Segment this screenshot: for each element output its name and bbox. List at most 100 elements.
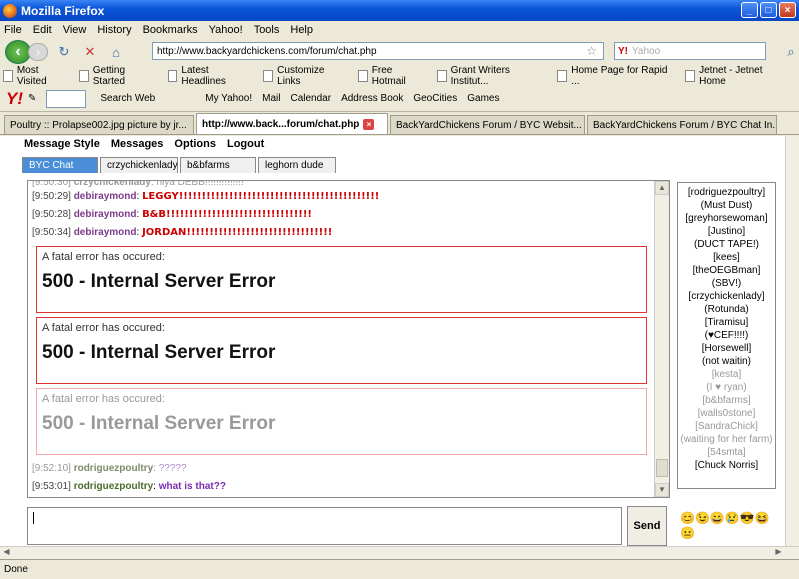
user-entry[interactable]: [rodriguezpoultry]: [678, 187, 775, 198]
user-entry[interactable]: [b&bfarms]: [678, 395, 775, 406]
user-status: (Must Dust): [700, 200, 753, 211]
yahoo-my-yahoo[interactable]: My Yahoo!: [205, 93, 252, 104]
user-status: (♥CEF!!!!): [704, 330, 749, 341]
room-tab-byc-chat[interactable]: BYC Chat: [22, 157, 98, 173]
user-entry[interactable]: [Justino]: [678, 226, 775, 237]
pencil-icon[interactable]: ✎: [28, 93, 36, 104]
user-entry[interactable]: [SandraChick]: [678, 421, 775, 432]
home-icon[interactable]: ⌂: [106, 45, 126, 60]
smiley-picker[interactable]: 😊😉😄😢😎😆😐: [680, 511, 780, 541]
yahoo-calendar[interactable]: Calendar: [290, 93, 331, 104]
close-button[interactable]: ×: [779, 2, 796, 18]
room-tab-crzychickenlady[interactable]: crzychickenlady: [100, 157, 178, 173]
stop-icon[interactable]: ✕: [80, 44, 100, 60]
user-entry[interactable]: [54smta]: [678, 447, 775, 458]
user-entry[interactable]: [kees]: [678, 252, 775, 263]
search-icon[interactable]: ⌕: [781, 44, 799, 60]
bookmark-item[interactable]: Customize Links: [263, 65, 349, 87]
user-entry[interactable]: [Horsewell]: [678, 343, 775, 354]
tab-byc-chat[interactable]: BackYardChickens Forum / BYC Chat In...: [587, 115, 777, 134]
yahoo-search-icon: Y!: [618, 45, 628, 57]
yahoo-search-web[interactable]: Search Web: [100, 93, 155, 104]
user-entry[interactable]: [Tiramisu]: [678, 317, 775, 328]
bookmark-icon: [685, 70, 696, 82]
chat-scrollbar[interactable]: ▲ ▼: [654, 181, 669, 497]
search-placeholder: Yahoo: [632, 45, 661, 57]
chat-message-input[interactable]: [27, 507, 622, 545]
chat-message: [9:52:10] rodriguezpoultry: ?????: [32, 463, 187, 474]
yahoo-geocities[interactable]: GeoCities: [413, 93, 457, 104]
bookmark-item[interactable]: Grant Writers Institut...: [436, 65, 549, 87]
bookmark-item[interactable]: Latest Headlines: [167, 65, 255, 87]
chat-messages-pane[interactable]: [9:50:30] crzychickenlady: hiya DEBB!!!!…: [27, 180, 670, 498]
yahoo-toolbar: Y! ✎ Search Web My Yahoo! Mail Calendar …: [0, 86, 799, 112]
user-entry[interactable]: [walls0stone]: [678, 408, 775, 419]
reload-icon[interactable]: ↻: [54, 44, 74, 60]
menu-tools[interactable]: Tools: [254, 24, 280, 36]
scroll-down-icon[interactable]: ▼: [655, 483, 669, 497]
chat-message: [9:53:01] rodriguezpoultry: what is that…: [32, 481, 226, 492]
menu-messages[interactable]: Messages: [111, 138, 164, 150]
user-status: (Rotunda): [704, 304, 749, 315]
send-button[interactable]: Send: [627, 506, 667, 546]
yahoo-mail[interactable]: Mail: [262, 93, 280, 104]
scroll-up-icon[interactable]: ▲: [655, 181, 669, 195]
menu-yahoo[interactable]: Yahoo!: [209, 24, 243, 36]
bookmark-icon: [436, 70, 447, 82]
menu-logout[interactable]: Logout: [227, 138, 264, 150]
menu-options[interactable]: Options: [174, 138, 216, 150]
yahoo-search-field[interactable]: [46, 89, 87, 108]
yahoo-logo[interactable]: Y!: [6, 89, 23, 109]
bookmarks-toolbar: Most Visited Getting Started Latest Head…: [0, 65, 799, 87]
scroll-thumb[interactable]: [656, 459, 668, 477]
tab-byc-website[interactable]: BackYardChickens Forum / BYC Websit...: [390, 115, 585, 134]
scroll-right-icon[interactable]: ▶: [772, 547, 785, 559]
user-entry[interactable]: [Chuck Norris]: [678, 460, 775, 471]
window-title: Mozilla Firefox: [21, 3, 105, 18]
window-titlebar: Mozilla Firefox _ □ ×: [0, 0, 799, 21]
yahoo-games[interactable]: Games: [467, 93, 499, 104]
url-bar[interactable]: http://www.backyardchickens.com/forum/ch…: [152, 42, 604, 60]
close-tab-icon[interactable]: ×: [363, 118, 375, 130]
yahoo-address-book[interactable]: Address Book: [341, 93, 403, 104]
bookmark-item[interactable]: Getting Started: [78, 65, 159, 87]
bookmark-icon: [3, 70, 13, 82]
search-input[interactable]: Y! Yahoo: [614, 42, 766, 60]
menu-history[interactable]: History: [97, 24, 131, 36]
menu-view[interactable]: View: [63, 24, 87, 36]
error-box: A fatal error has occured: 500 - Interna…: [36, 317, 647, 384]
bookmark-item[interactable]: Jetnet - Jetnet Home: [685, 65, 790, 87]
status-bar: Done: [0, 559, 799, 579]
bookmark-item[interactable]: Most Visited: [3, 65, 70, 87]
menu-file[interactable]: File: [4, 24, 22, 36]
tab-chat[interactable]: http://www.back...forum/chat.php ×: [196, 113, 388, 134]
forward-button[interactable]: ›: [28, 43, 48, 61]
scroll-left-icon[interactable]: ◀: [0, 547, 13, 559]
menu-edit[interactable]: Edit: [33, 24, 52, 36]
user-entry[interactable]: [kesta]: [678, 369, 775, 380]
page-scrollbar[interactable]: [785, 136, 799, 546]
bookmark-star-icon[interactable]: ☆: [586, 44, 597, 58]
navigation-toolbar: ‹ › ↻ ✕ ⌂ http://www.backyardchickens.co…: [0, 38, 799, 66]
user-entry[interactable]: [theOEGBman]: [678, 265, 775, 276]
minimize-button[interactable]: _: [741, 2, 758, 18]
user-entry[interactable]: [crzychickenlady]: [678, 291, 775, 302]
horizontal-scrollbar[interactable]: ◀ ▶: [0, 546, 799, 559]
menu-message-style[interactable]: Message Style: [24, 138, 100, 150]
maximize-button[interactable]: □: [760, 2, 777, 18]
menu-bookmarks[interactable]: Bookmarks: [143, 24, 198, 36]
bookmark-icon: [78, 70, 89, 82]
bookmark-item[interactable]: Free Hotmail: [357, 65, 428, 87]
tab-poultry[interactable]: Poultry :: Prolapse002.jpg picture by jr…: [4, 115, 194, 134]
url-text: http://www.backyardchickens.com/forum/ch…: [157, 45, 377, 57]
chat-menu: Message Style Messages Options Logout: [24, 138, 264, 150]
room-tab-bbfarms[interactable]: b&bfarms: [180, 157, 256, 173]
error-box: A fatal error has occured: 500 - Interna…: [36, 246, 647, 313]
user-entry[interactable]: [greyhorsewoman]: [678, 213, 775, 224]
menu-help[interactable]: Help: [290, 24, 313, 36]
user-list: [rodriguezpoultry] (Must Dust) [greyhors…: [677, 182, 776, 489]
chat-message: [9:50:28] debiraymond: B&B!!!!!!!!!!!!!!…: [32, 209, 312, 220]
text-caret: [33, 512, 34, 524]
bookmark-item[interactable]: Home Page for Rapid ...: [557, 65, 676, 87]
room-tab-leghorn-dude[interactable]: leghorn dude: [258, 157, 336, 173]
